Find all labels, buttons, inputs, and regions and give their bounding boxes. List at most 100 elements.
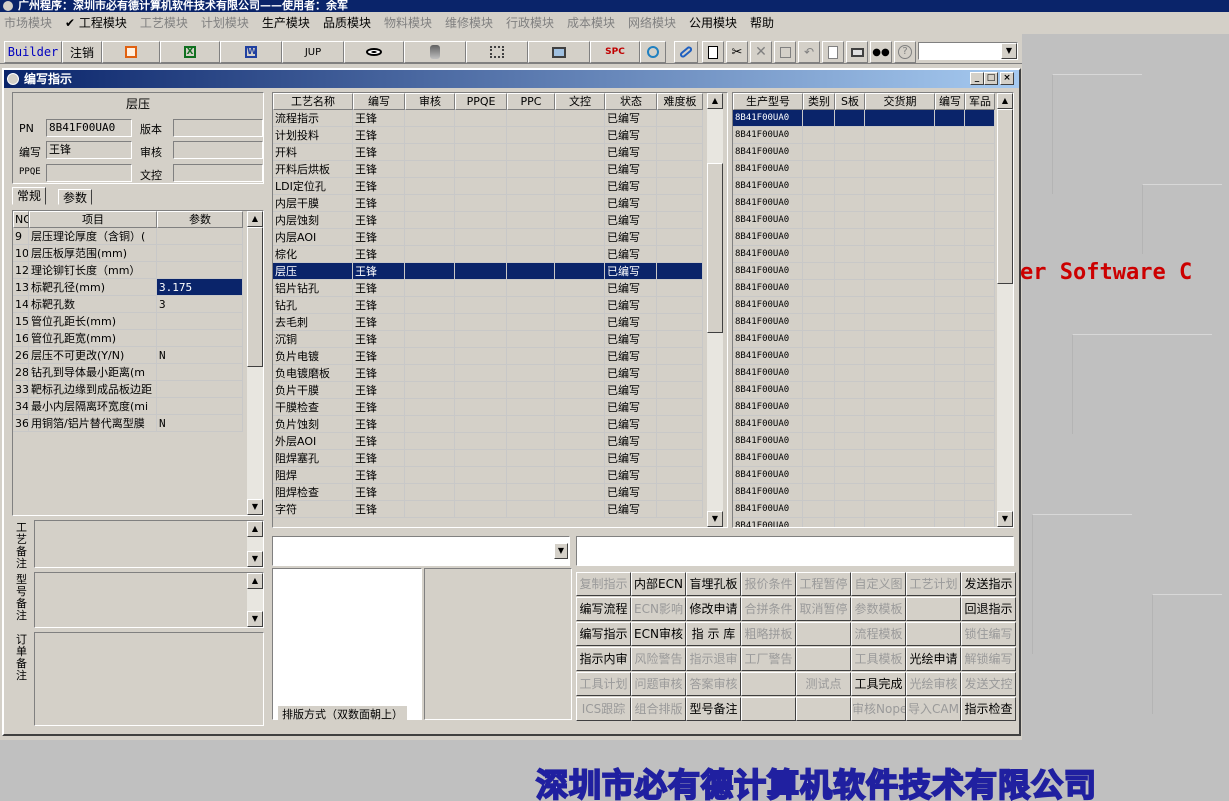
process-cell[interactable] <box>657 144 703 161</box>
process-cell[interactable]: 王锋 <box>353 501 405 518</box>
model-cell[interactable] <box>965 518 995 527</box>
model-cell[interactable] <box>865 127 935 144</box>
action-button[interactable]: 测试点 <box>796 672 851 696</box>
process-cell[interactable]: 王锋 <box>353 365 405 382</box>
model-cell[interactable] <box>935 144 965 161</box>
model-cell[interactable] <box>803 263 835 280</box>
process-cell[interactable] <box>555 450 605 467</box>
process-cell[interactable]: LDI定位孔 <box>273 178 353 195</box>
model-cell[interactable] <box>965 195 995 212</box>
process-cell[interactable]: 已编写 <box>605 416 657 433</box>
param-row[interactable]: 16 管位孔距宽(mm) <box>13 330 245 347</box>
action-button[interactable]: 编写流程 <box>576 597 631 621</box>
model-cell[interactable] <box>835 144 865 161</box>
model-cell[interactable]: 8B41F00UA0 <box>733 484 803 501</box>
menu-item[interactable]: 行政模块 <box>506 14 554 31</box>
scroll-thumb[interactable] <box>247 227 263 367</box>
model-row[interactable]: 8B41F00UA0 <box>733 229 995 246</box>
model-cell[interactable] <box>865 365 935 382</box>
process-cell[interactable] <box>555 484 605 501</box>
database-icon[interactable] <box>404 41 466 63</box>
model-cell[interactable] <box>865 297 935 314</box>
process-cell[interactable] <box>507 450 555 467</box>
action-button[interactable]: 导入CAM <box>906 697 961 721</box>
process-cell[interactable] <box>657 433 703 450</box>
menu-item[interactable]: 物料模块 <box>384 14 432 31</box>
param-cell-value[interactable]: 3 <box>157 296 243 313</box>
process-cell[interactable]: 负电镀磨板 <box>273 365 353 382</box>
model-cell[interactable] <box>965 365 995 382</box>
process-cell[interactable] <box>455 501 507 518</box>
process-cell[interactable]: 已编写 <box>605 348 657 365</box>
process-cell[interactable] <box>507 416 555 433</box>
process-cell[interactable] <box>657 246 703 263</box>
process-cell[interactable] <box>455 365 507 382</box>
model-cell[interactable]: 8B41F00UA0 <box>733 399 803 416</box>
model-column-header[interactable]: 类别 <box>803 93 835 110</box>
menu-item[interactable]: 维修模块 <box>445 14 493 31</box>
review-field[interactable] <box>173 141 263 159</box>
model-cell[interactable] <box>935 246 965 263</box>
process-row[interactable]: 沉铜 王锋 已编写 <box>273 331 703 348</box>
process-cell[interactable]: 内层蚀刻 <box>273 212 353 229</box>
model-cell[interactable] <box>865 518 935 527</box>
process-cell[interactable] <box>455 263 507 280</box>
action-button[interactable]: 问题审核 <box>631 672 686 696</box>
model-row[interactable]: 8B41F00UA0 <box>733 161 995 178</box>
model-cell[interactable] <box>803 331 835 348</box>
model-cell[interactable] <box>803 144 835 161</box>
process-cell[interactable]: 已编写 <box>605 399 657 416</box>
model-cell[interactable] <box>865 246 935 263</box>
scroll-thumb[interactable] <box>707 163 723 333</box>
action-button[interactable]: 合拼条件 <box>741 597 796 621</box>
process-cell[interactable]: 内层干膜 <box>273 195 353 212</box>
model-cell[interactable] <box>935 110 965 127</box>
scroll-down-icon[interactable]: ▼ <box>247 499 263 515</box>
param-row[interactable]: 26 层压不可更改(Y/N) N <box>13 347 245 364</box>
process-cell[interactable] <box>507 229 555 246</box>
model-cell[interactable] <box>803 127 835 144</box>
excel-icon[interactable]: X <box>160 41 220 63</box>
action-button[interactable]: 指 示 库 <box>686 622 741 646</box>
preview-icon[interactable] <box>822 41 844 63</box>
process-cell[interactable] <box>507 110 555 127</box>
action-button[interactable]: ICS跟踪 <box>576 697 631 721</box>
process-cell[interactable] <box>657 127 703 144</box>
model-cell[interactable] <box>935 416 965 433</box>
model-cell[interactable] <box>803 518 835 527</box>
param-column-header[interactable]: 项目 <box>29 211 157 228</box>
param-column-header[interactable]: 参数 <box>157 211 243 228</box>
process-cell[interactable]: 已编写 <box>605 365 657 382</box>
process-cell[interactable]: 阻焊塞孔 <box>273 450 353 467</box>
process-cell[interactable] <box>657 263 703 280</box>
process-cell[interactable]: 已编写 <box>605 195 657 212</box>
model-cell[interactable] <box>935 195 965 212</box>
process-cell[interactable] <box>405 382 455 399</box>
model-cell[interactable] <box>965 212 995 229</box>
process-cell[interactable] <box>455 246 507 263</box>
process-column-header[interactable]: PPQE <box>455 93 507 110</box>
model-cell[interactable] <box>965 399 995 416</box>
process-cell[interactable]: 王锋 <box>353 399 405 416</box>
process-cell[interactable] <box>405 331 455 348</box>
param-cell-value[interactable]: N <box>157 347 243 364</box>
model-row[interactable]: 8B41F00UA0 <box>733 127 995 144</box>
model-cell[interactable] <box>935 433 965 450</box>
model-cell[interactable] <box>835 280 865 297</box>
process-cell[interactable] <box>405 127 455 144</box>
process-cell[interactable] <box>555 297 605 314</box>
param-cell-value[interactable]: 3.175 <box>157 279 243 296</box>
process-row[interactable]: 干膜检查 王锋 已编写 <box>273 399 703 416</box>
model-cell[interactable]: 8B41F00UA0 <box>733 195 803 212</box>
process-cell[interactable] <box>455 195 507 212</box>
process-cell[interactable] <box>455 144 507 161</box>
process-cell[interactable]: 已编写 <box>605 127 657 144</box>
model-cell[interactable] <box>865 178 935 195</box>
model-cell[interactable] <box>835 110 865 127</box>
action-button[interactable]: 工具计划 <box>576 672 631 696</box>
model-cell[interactable] <box>935 348 965 365</box>
model-cell[interactable] <box>865 501 935 518</box>
process-cell[interactable] <box>555 433 605 450</box>
model-cell[interactable]: 8B41F00UA0 <box>733 263 803 280</box>
process-cell[interactable] <box>555 365 605 382</box>
